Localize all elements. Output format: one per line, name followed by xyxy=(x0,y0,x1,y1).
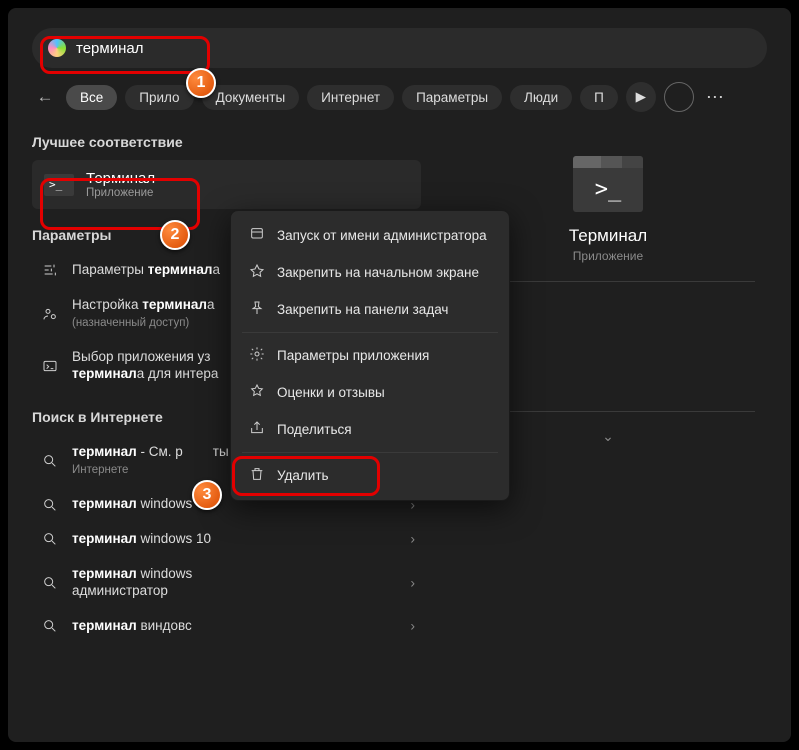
chevron-right-icon: › xyxy=(410,574,415,592)
filter-internet[interactable]: Интернет xyxy=(307,85,394,110)
shield-icon xyxy=(248,226,265,245)
sliders-icon xyxy=(40,262,60,278)
pin-icon xyxy=(248,263,265,282)
best-match-subtitle: Приложение xyxy=(86,187,155,199)
preview-app-icon: >_ xyxy=(573,156,643,212)
web-item[interactable]: терминал windows 10 › xyxy=(32,522,421,557)
terminal-app-icon xyxy=(44,174,74,196)
best-match-item[interactable]: Терминал Приложение xyxy=(32,160,421,209)
ctx-run-admin[interactable]: Запуск от имени администратора xyxy=(234,217,506,254)
annotation-badge-3: 3 xyxy=(192,480,222,510)
chevron-right-icon: › xyxy=(410,617,415,635)
context-menu: Запуск от имени администратора Закрепить… xyxy=(230,210,510,501)
filter-row: ← Все Прило Документы Интернет Параметры… xyxy=(32,82,767,112)
web-item[interactable]: терминал виндовс › xyxy=(32,609,421,644)
filter-more[interactable]: П xyxy=(580,85,618,110)
filter-apps[interactable]: Прило xyxy=(125,85,193,110)
more-dots-icon[interactable]: ⋯ xyxy=(706,87,724,108)
ctx-app-settings[interactable]: Параметры приложения xyxy=(234,337,506,374)
best-match-title: Терминал xyxy=(86,170,155,187)
annotation-badge-2: 2 xyxy=(160,220,190,250)
ctx-share[interactable]: Поделиться xyxy=(234,411,506,448)
filter-all[interactable]: Все xyxy=(66,85,117,110)
pin-icon xyxy=(248,300,265,319)
user-cog-icon xyxy=(40,306,60,322)
search-input[interactable] xyxy=(76,40,751,57)
star-icon xyxy=(248,383,265,402)
filter-circle-icon[interactable] xyxy=(664,82,694,112)
filter-people[interactable]: Люди xyxy=(510,85,572,110)
ctx-pin-taskbar[interactable]: Закрепить на панели задач xyxy=(234,291,506,328)
search-icon xyxy=(40,531,60,547)
search-icon xyxy=(40,575,60,591)
search-bar[interactable] xyxy=(32,28,767,68)
search-icon xyxy=(40,497,60,513)
share-icon xyxy=(248,420,265,439)
filter-play-icon[interactable]: ▶ xyxy=(626,82,656,112)
search-icon xyxy=(40,618,60,634)
trash-icon xyxy=(248,466,265,485)
search-logo-icon xyxy=(48,39,66,57)
back-arrow-icon[interactable]: ← xyxy=(32,84,58,110)
filter-documents[interactable]: Документы xyxy=(202,85,300,110)
terminal-pref-icon xyxy=(40,358,60,374)
ctx-uninstall[interactable]: Удалить xyxy=(234,457,506,494)
ctx-pin-start[interactable]: Закрепить на начальном экране xyxy=(234,254,506,291)
gear-icon xyxy=(248,346,265,365)
filter-settings[interactable]: Параметры xyxy=(402,85,502,110)
ctx-reviews[interactable]: Оценки и отзывы xyxy=(234,374,506,411)
search-icon xyxy=(40,453,60,469)
annotation-badge-1: 1 xyxy=(186,68,216,98)
web-item[interactable]: терминал windowsадминистратор › xyxy=(32,557,421,609)
best-match-heading: Лучшее соответствие xyxy=(32,134,421,150)
chevron-right-icon: › xyxy=(410,531,415,549)
